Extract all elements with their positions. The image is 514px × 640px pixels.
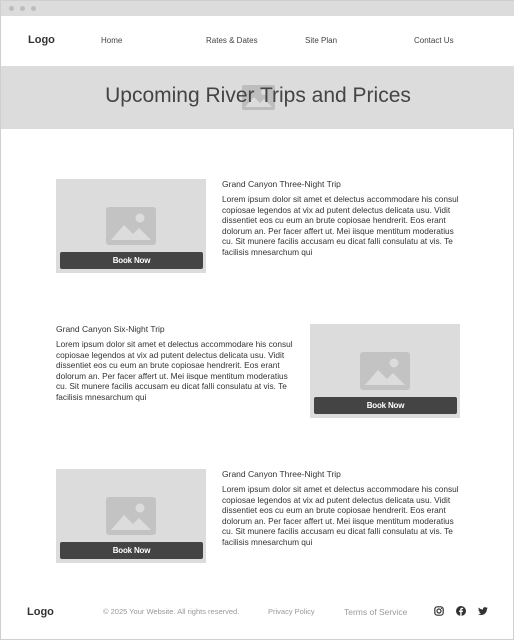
- nav-link-site-plan[interactable]: Site Plan: [305, 36, 337, 45]
- twitter-icon[interactable]: [478, 606, 488, 616]
- book-now-button[interactable]: Book Now: [60, 542, 203, 559]
- instagram-icon[interactable]: [434, 606, 444, 616]
- privacy-policy-link[interactable]: Privacy Policy: [268, 607, 315, 616]
- nav-link-rates-dates[interactable]: Rates & Dates: [206, 36, 258, 45]
- page-title: Upcoming River Trips and Prices: [105, 84, 411, 107]
- window-dot: [20, 6, 25, 11]
- page-frame: Logo Home Rates & Dates Site Plan Contac…: [0, 0, 514, 640]
- window-dot: [9, 6, 14, 11]
- facebook-icon[interactable]: [456, 606, 466, 616]
- trip-image: Book Now: [310, 324, 460, 418]
- trip-description: Lorem ipsum dolor sit amet et delectus a…: [222, 484, 459, 547]
- nav-link-contact-us[interactable]: Contact Us: [414, 36, 454, 45]
- hero-banner: Upcoming River Trips and Prices: [1, 66, 514, 129]
- trip-card: Book Now Grand Canyon Three-Night Trip L…: [56, 469, 460, 564]
- copyright-text: © 2025 Your Website. All rights reserved…: [103, 607, 240, 616]
- image-placeholder-icon: [106, 207, 156, 245]
- trip-description: Lorem ipsum dolor sit amet et delectus a…: [222, 194, 459, 257]
- book-now-button[interactable]: Book Now: [60, 252, 203, 269]
- trip-card: Book Now Grand Canyon Three-Night Trip L…: [56, 179, 460, 274]
- trip-image: Book Now: [56, 179, 206, 273]
- image-placeholder-icon: [360, 352, 410, 390]
- trip-card: Grand Canyon Six-Night Trip Lorem ipsum …: [56, 324, 460, 419]
- trip-description: Lorem ipsum dolor sit amet et delectus a…: [56, 339, 293, 402]
- footer-logo[interactable]: Logo: [27, 606, 54, 618]
- nav-link-home[interactable]: Home: [101, 36, 122, 45]
- site-footer: Logo © 2025 Your Website. All rights res…: [1, 596, 514, 628]
- top-nav: Logo Home Rates & Dates Site Plan Contac…: [1, 16, 514, 66]
- window-chrome: [1, 1, 514, 16]
- image-placeholder-icon: [106, 497, 156, 535]
- trip-image: Book Now: [56, 469, 206, 563]
- book-now-button[interactable]: Book Now: [314, 397, 457, 414]
- window-dot: [31, 6, 36, 11]
- site-logo[interactable]: Logo: [28, 34, 55, 46]
- trip-title: Grand Canyon Three-Night Trip: [222, 179, 341, 189]
- terms-of-service-link[interactable]: Terms of Service: [344, 607, 407, 617]
- trip-title: Grand Canyon Six-Night Trip: [56, 324, 165, 334]
- trip-title: Grand Canyon Three-Night Trip: [222, 469, 341, 479]
